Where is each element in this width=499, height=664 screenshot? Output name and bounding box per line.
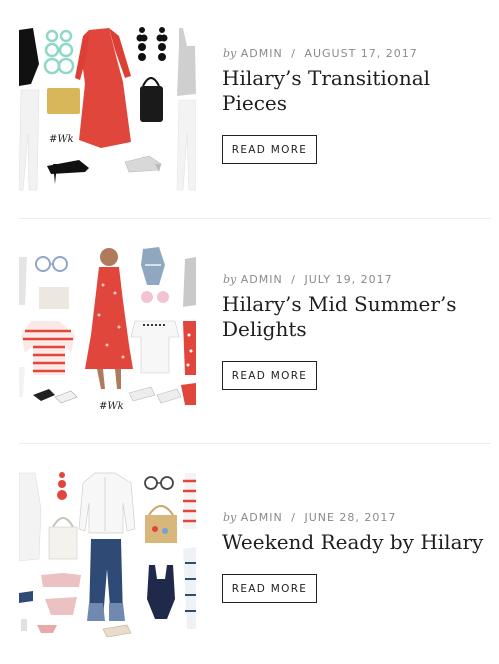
post-divider (19, 218, 491, 219)
brand-logo: #Wk (49, 134, 74, 145)
meta-separator: / (291, 273, 296, 286)
outfit-collage-image: #Wk (19, 247, 196, 412)
meta-separator: / (291, 511, 296, 524)
post-title[interactable]: Weekend Ready by Hilary (222, 530, 498, 555)
author-prefix: by (223, 273, 237, 286)
post-thumbnail[interactable]: #Wk (19, 245, 196, 415)
author-link[interactable]: ADMIN (241, 273, 283, 286)
author-prefix: by (223, 511, 237, 524)
post-meta: by ADMIN / JULY 19, 2017 (223, 273, 393, 286)
post-thumbnail[interactable] (19, 469, 196, 641)
post-meta: by ADMIN / AUGUST 17, 2017 (223, 47, 418, 60)
author-prefix: by (223, 47, 237, 60)
read-more-button[interactable]: READ MORE (222, 361, 317, 390)
outfit-collage-image: #Wk (19, 27, 196, 191)
post-title[interactable]: Hilary’s Transitional Pieces (222, 66, 492, 116)
post-date: JUNE 28, 2017 (304, 511, 397, 524)
meta-separator: / (291, 47, 296, 60)
post-meta: by ADMIN / JUNE 28, 2017 (223, 511, 396, 524)
post-title[interactable]: Hilary’s Mid Summer’s Delights (222, 292, 492, 342)
svg-text:#Wk: #Wk (99, 401, 124, 412)
author-link[interactable]: ADMIN (241, 47, 283, 60)
read-more-button[interactable]: READ MORE (222, 135, 317, 164)
post-thumbnail[interactable]: #Wk (19, 24, 196, 192)
author-link[interactable]: ADMIN (241, 511, 283, 524)
outfit-collage-image (19, 472, 196, 638)
read-more-button[interactable]: READ MORE (222, 574, 317, 603)
brand-logo: #Wk (99, 401, 124, 412)
post-date: JULY 19, 2017 (304, 273, 393, 286)
svg-text:#Wk: #Wk (49, 134, 74, 145)
post-date: AUGUST 17, 2017 (304, 47, 418, 60)
post-divider (19, 443, 491, 444)
